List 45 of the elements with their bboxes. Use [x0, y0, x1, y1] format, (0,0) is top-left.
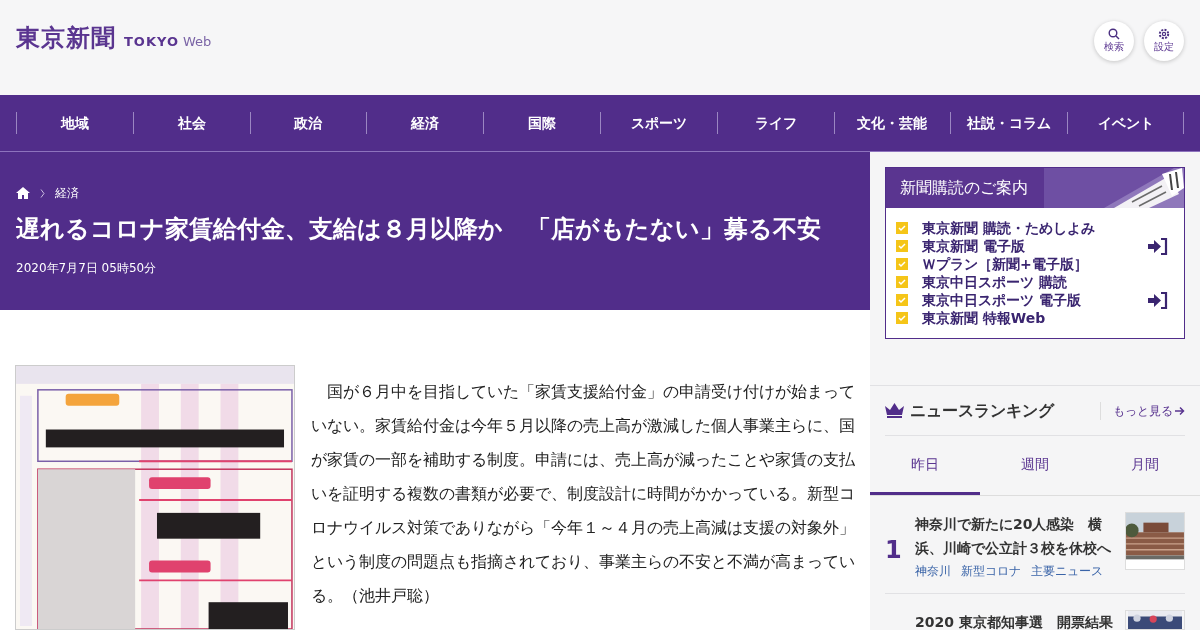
- tag-link[interactable]: 新型コロナ: [961, 562, 1021, 580]
- more-link[interactable]: もっと見る: [1100, 401, 1185, 420]
- article-body: 国が６月中を目指していた「家賃支援給付金」の申請受け付けが始まっていない。家賃給付金は今年５月以降の売上高が激減した個人事業主らに、国が家賃の一部を補助する制度。申請には、売上高が減ったことや家賃の支払いを証明する複数の書類が必要で、制度設計に時間がかかっている。新型コロナウイルス対策でありながら「今年１～４月の売上高減は支援の対象外」という制度の問題点も指摘されており、事業主らの不安と不満が高まっている。（池井戸聡）: [311, 382, 855, 607]
- check-icon: [896, 258, 908, 270]
- ranking-tab[interactable]: 昨日: [870, 436, 980, 495]
- search-button[interactable]: 検索: [1094, 20, 1134, 61]
- check-icon: [896, 240, 908, 252]
- article-title: 遅れるコロナ家賃給付金、支給は８月以降か 「店がもたない」募る不安: [16, 214, 822, 245]
- nav-link[interactable]: 国際: [483, 112, 600, 134]
- nav-link[interactable]: 社説・コラム: [950, 112, 1068, 134]
- rank-number: 1: [885, 535, 903, 566]
- check-icon: [896, 222, 908, 234]
- crown-icon: [885, 403, 904, 418]
- logo-subtitle: Web: [183, 32, 212, 51]
- login-icon[interactable]: [1148, 237, 1168, 255]
- panel-title: 新聞購読のご案内: [900, 177, 1028, 199]
- login-icon[interactable]: [1148, 291, 1168, 309]
- search-icon: [1108, 28, 1120, 40]
- check-icon: [896, 312, 908, 324]
- nav-link[interactable]: 政治: [249, 112, 367, 134]
- breadcrumb-link[interactable]: 経済: [55, 184, 79, 202]
- nav-link[interactable]: スポーツ: [600, 112, 717, 134]
- nav-link[interactable]: 社会: [132, 112, 250, 134]
- settings-icon: [1158, 28, 1170, 40]
- ranking-tab[interactable]: 月間: [1090, 436, 1200, 495]
- nav-link[interactable]: 経済: [366, 112, 484, 134]
- logo-subtitle: TOKYO: [124, 32, 179, 51]
- ranking-headline[interactable]: 神奈川で新たに20人感染 横浜、川崎で公立計３校を休校へ: [915, 512, 1115, 560]
- settings-button[interactable]: 設定: [1144, 20, 1184, 61]
- arrow-icon: [1175, 405, 1185, 416]
- nav-link[interactable]: イベント: [1067, 112, 1184, 134]
- ranking-tab[interactable]: 週間: [980, 436, 1090, 495]
- tag-link[interactable]: 主要ニュース: [1031, 562, 1103, 580]
- article-date: 2020年7月7日 05時50分: [16, 260, 158, 277]
- chevron-icon: [40, 188, 45, 198]
- nav-link[interactable]: 地域: [16, 112, 133, 134]
- ranking-title: ニュースランキング: [910, 399, 1056, 422]
- check-icon: [896, 294, 908, 306]
- home-icon[interactable]: [16, 187, 30, 199]
- ranking-headline[interactable]: 2020 東京都知事選 開票結果: [915, 610, 1115, 630]
- tag-link[interactable]: 神奈川: [915, 562, 951, 580]
- nav-link[interactable]: 文化・芸能: [833, 112, 951, 134]
- check-icon: [896, 276, 908, 288]
- site-logo[interactable]: 東京新聞: [16, 19, 116, 56]
- nav-link[interactable]: ライフ: [716, 112, 834, 134]
